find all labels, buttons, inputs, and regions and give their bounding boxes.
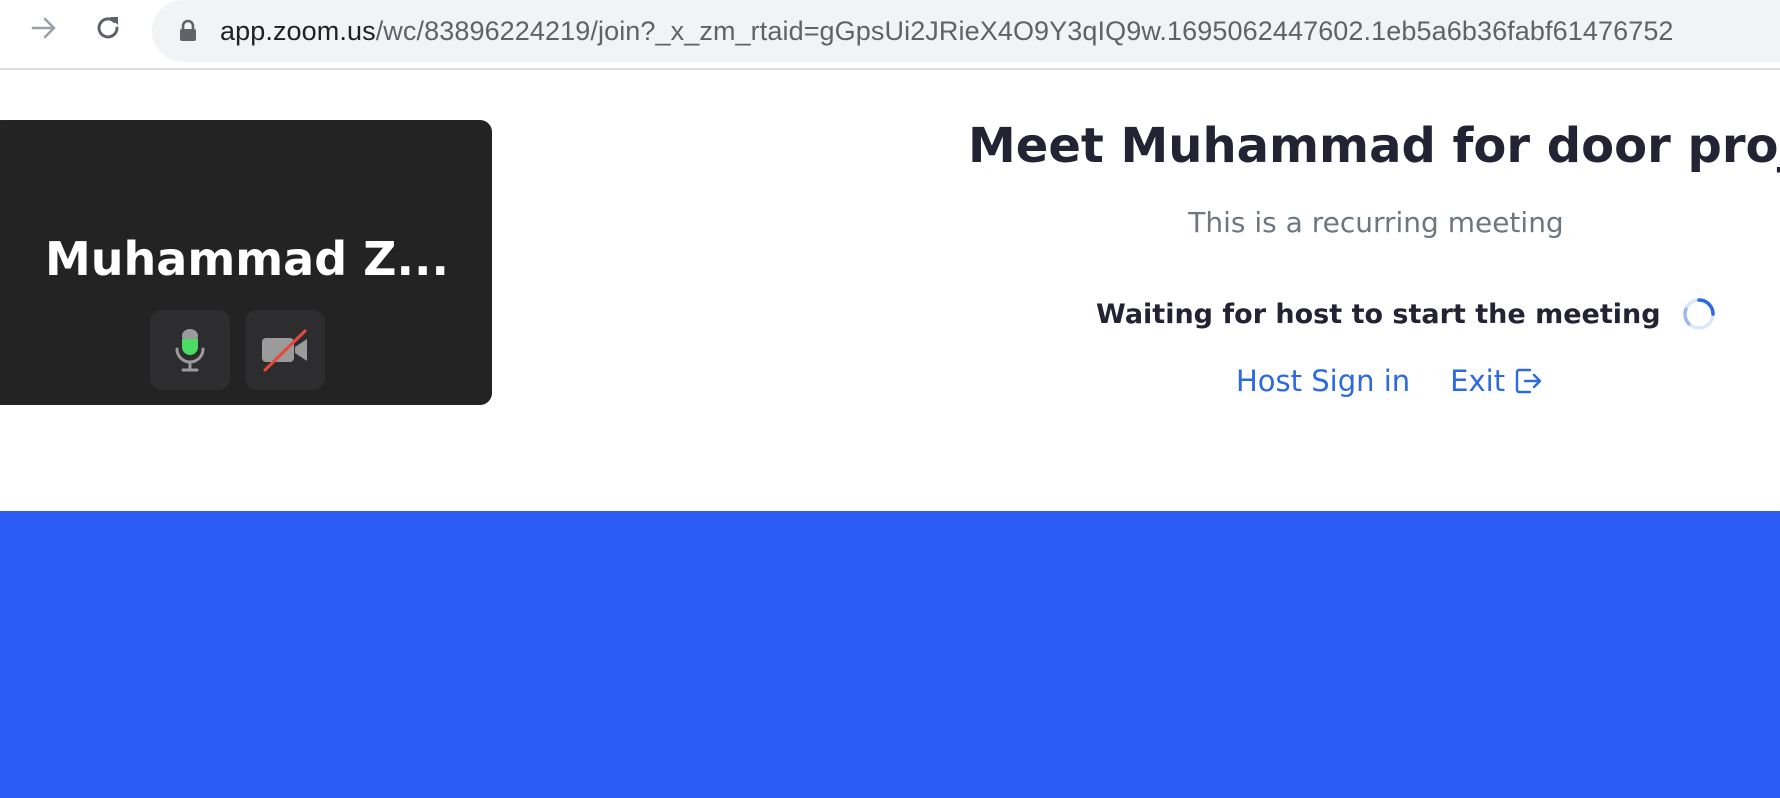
action-links: Host Sign in Exit bbox=[1236, 364, 1543, 398]
microphone-icon bbox=[175, 329, 205, 372]
url-host: app.zoom.us bbox=[220, 15, 376, 46]
lock-icon[interactable] bbox=[178, 19, 198, 43]
meeting-title: Meet Muhammad for door project bbox=[968, 118, 1780, 174]
video-off-icon bbox=[262, 329, 307, 372]
participant-name: Muhammad Z... bbox=[45, 232, 449, 286]
video-preview-tile: Muhammad Z... bbox=[0, 120, 492, 405]
exit-icon bbox=[1515, 368, 1542, 394]
loading-spinner-icon bbox=[1681, 296, 1717, 332]
reload-button[interactable] bbox=[88, 8, 128, 48]
mute-button[interactable] bbox=[150, 310, 230, 390]
host-sign-in-link[interactable]: Host Sign in bbox=[1236, 364, 1410, 398]
exit-button[interactable]: Exit bbox=[1450, 364, 1543, 398]
forward-button[interactable] bbox=[24, 8, 64, 48]
camera-toggle-button[interactable] bbox=[245, 310, 325, 390]
reload-icon bbox=[97, 17, 119, 39]
forward-arrow-icon bbox=[31, 17, 56, 39]
browser-toolbar: app.zoom.us/wc/83896224219/join?_x_zm_rt… bbox=[0, 0, 1780, 70]
waiting-status: Waiting for host to start the meeting bbox=[1096, 296, 1717, 332]
footer-blue-band bbox=[0, 511, 1780, 798]
exit-label: Exit bbox=[1450, 364, 1506, 398]
waiting-status-text: Waiting for host to start the meeting bbox=[1096, 298, 1661, 330]
url-path: /wc/83896224219/join?_x_zm_rtaid=gGpsUi2… bbox=[375, 15, 1674, 46]
url-text[interactable]: app.zoom.us/wc/83896224219/join?_x_zm_rt… bbox=[220, 16, 1674, 47]
zoom-join-page: app.zoom.us/wc/83896224219/join?_x_zm_rt… bbox=[0, 0, 1780, 798]
address-bar[interactable]: app.zoom.us/wc/83896224219/join?_x_zm_rt… bbox=[152, 0, 1780, 62]
